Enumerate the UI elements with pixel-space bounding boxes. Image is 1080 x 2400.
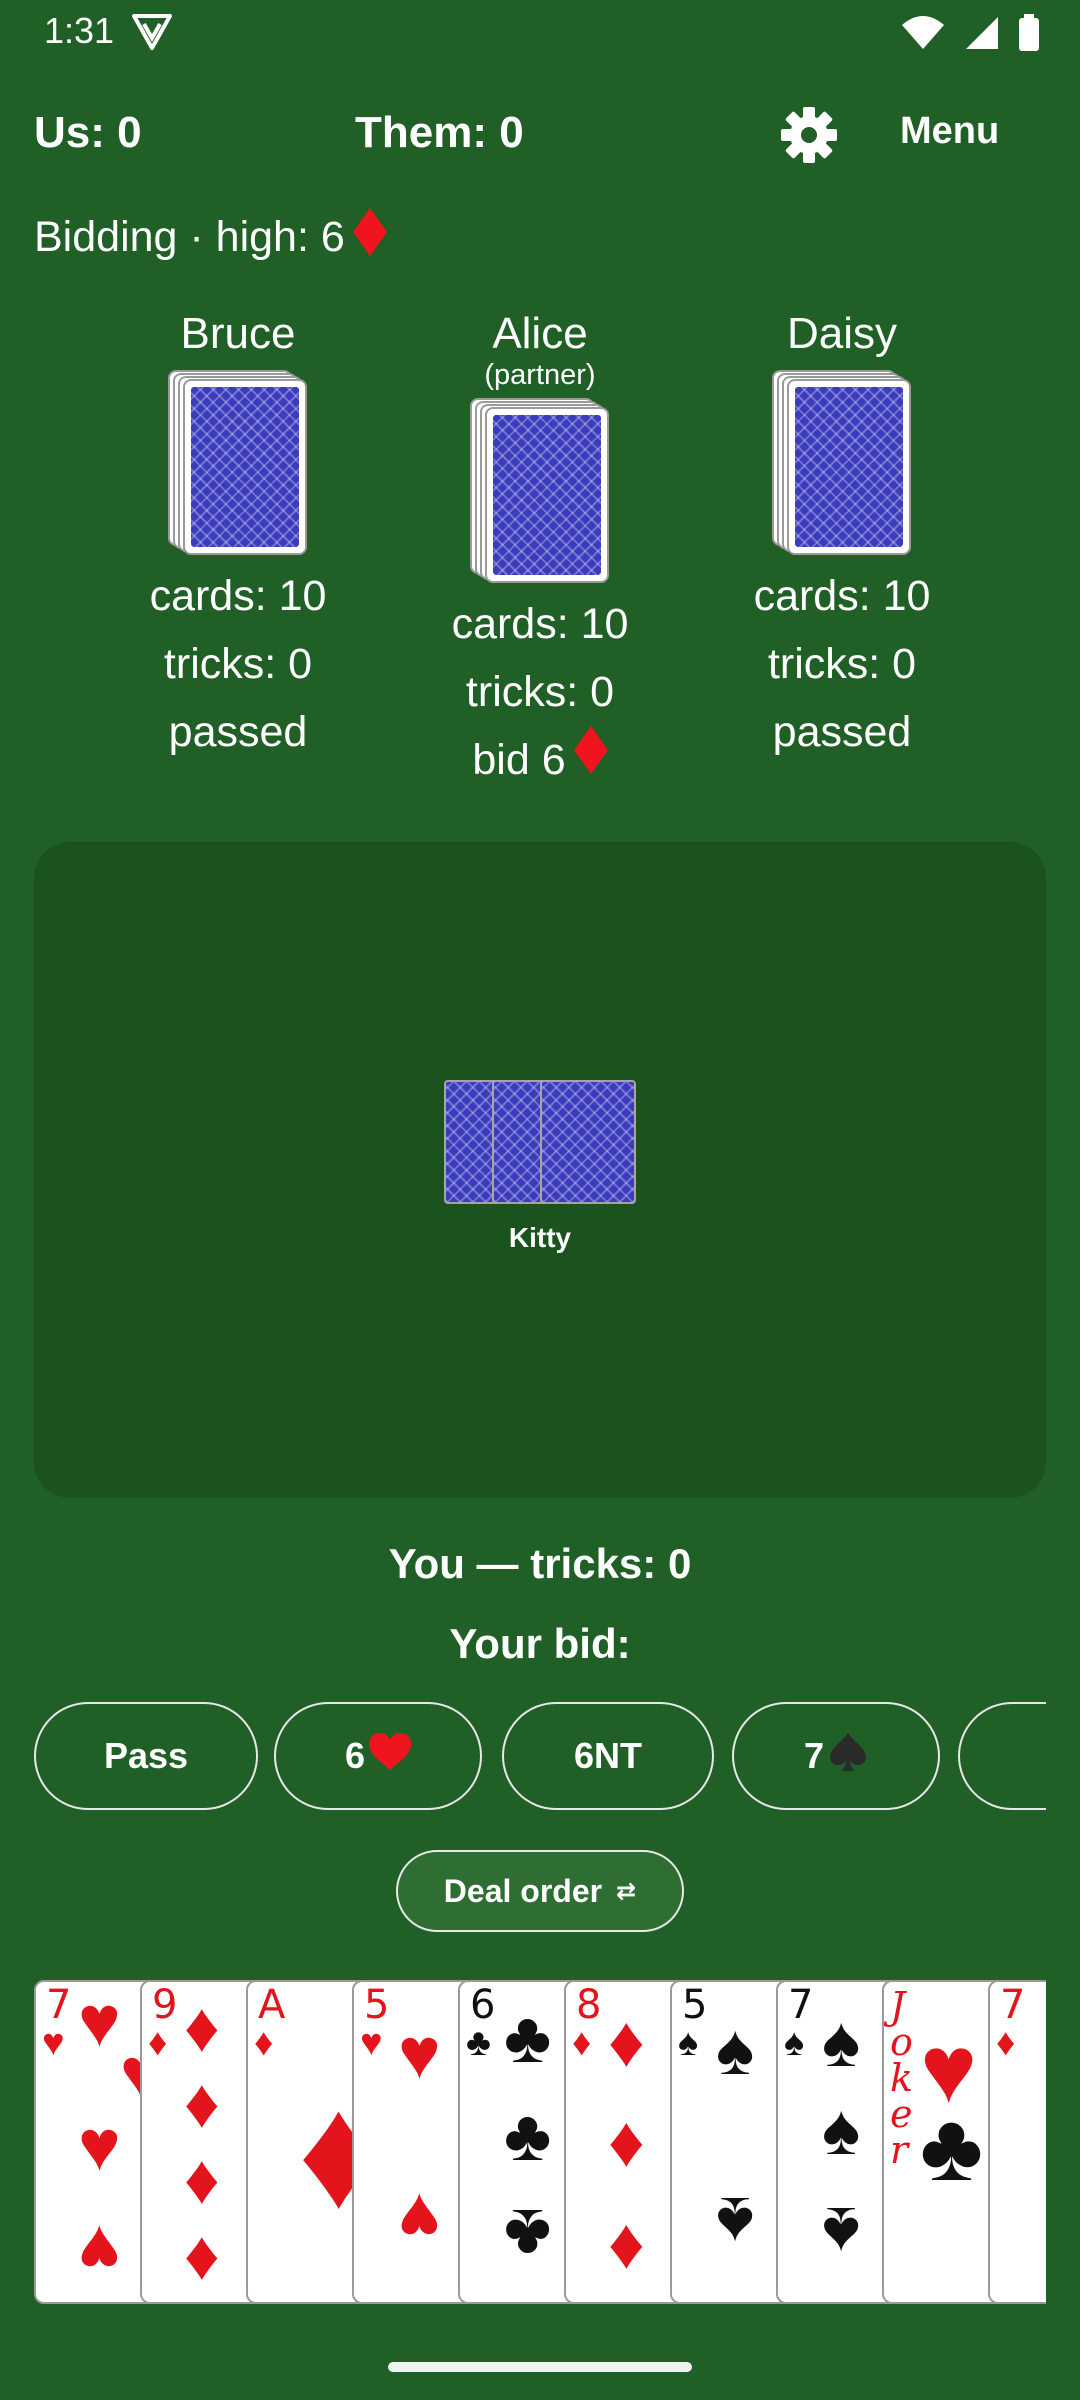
gear-icon[interactable] xyxy=(780,106,838,169)
bid-7-spades-button[interactable]: 7 xyxy=(732,1702,940,1810)
club-icon: ♣ xyxy=(920,2094,983,2201)
bidding-label: Bidding · high: 6 xyxy=(34,213,345,261)
card-stack xyxy=(772,370,912,556)
player-cards: cards: 10 xyxy=(753,572,931,620)
heart-icon: ♥ xyxy=(78,2106,121,2186)
kitty-label: Kitty xyxy=(508,1222,572,1253)
club-icon: ♣ xyxy=(504,2194,552,2274)
diamond-icon xyxy=(352,208,387,267)
diamond-icon: ♦ xyxy=(148,2022,168,2064)
diamond-icon: ♦ xyxy=(184,2216,220,2294)
bid-label: 6 xyxy=(344,1735,366,1776)
your-bid-prompt: Your bid: xyxy=(449,1620,631,1667)
player-tricks: tricks: 0 xyxy=(767,640,917,688)
heart-icon: ♥ xyxy=(78,2210,121,2290)
player-cards: cards: 10 xyxy=(451,600,629,648)
diamond-icon: ♦ xyxy=(254,2022,274,2064)
player-status: passed xyxy=(168,708,308,756)
heart-icon: ♥ xyxy=(360,2022,383,2064)
spade-icon: ♠ xyxy=(716,2010,755,2090)
card-rank: 9 xyxy=(152,1982,178,2028)
partner-label: (partner) xyxy=(484,359,596,391)
bid-6nt-button[interactable]: 6NT xyxy=(502,1702,714,1810)
bidding-status: Bidding · high: 6 xyxy=(34,208,387,267)
heart-icon: ♥ xyxy=(398,2014,441,2094)
spade-icon: ♠ xyxy=(822,2192,861,2272)
heart-icon: ♥ xyxy=(78,1982,121,2062)
hand-card[interactable]: 7 ♦ xyxy=(988,1980,1046,2304)
card-stack xyxy=(168,370,308,556)
heart-icon: ♥ xyxy=(398,2178,441,2258)
bid-label: Pass xyxy=(103,1735,189,1776)
signal-icon xyxy=(964,15,1000,56)
heart-icon xyxy=(369,1732,412,1780)
your-tricks: You — tricks: 0 xyxy=(388,1540,692,1587)
spade-icon: ♠ xyxy=(784,2022,805,2064)
card-rank: 7 xyxy=(46,1982,72,2028)
kitty-card xyxy=(540,1080,636,1204)
player-name: Alice xyxy=(492,309,588,358)
wifi-icon xyxy=(900,15,946,56)
diamond-icon: ♦ xyxy=(572,2022,592,2064)
club-icon: ♣ xyxy=(504,1998,552,2078)
heart-icon: ♥ xyxy=(42,2022,65,2064)
card-rank: 5 xyxy=(364,1982,390,2028)
card-rank: A xyxy=(258,1982,286,2028)
player-bid: bid 6 xyxy=(390,726,690,794)
card-rank: 7 xyxy=(788,1982,814,2028)
spade-icon: ♠ xyxy=(822,2002,861,2082)
diamond-icon: ♦ xyxy=(608,2102,645,2182)
bid-6-hearts-button[interactable]: 6 xyxy=(274,1702,482,1810)
bid-label: 7 xyxy=(803,1735,825,1776)
player-cards: cards: 10 xyxy=(149,572,327,620)
diamond-icon: ♦ xyxy=(608,2002,645,2082)
vpn-shield-icon xyxy=(130,12,174,57)
diamond-icon xyxy=(573,726,608,794)
player-status: passed xyxy=(772,708,912,756)
card-rank: 8 xyxy=(576,1982,602,2028)
spade-icon xyxy=(828,1732,868,1781)
club-icon: ♣ xyxy=(504,2096,552,2176)
club-icon: ♣ xyxy=(466,2022,491,2064)
card-rank: 6 xyxy=(470,1982,496,2028)
battery-icon xyxy=(1018,14,1040,57)
player-name: Daisy xyxy=(786,309,898,358)
card-rank: 5 xyxy=(682,1982,708,2028)
score-them: Them: 0 xyxy=(355,108,524,157)
player-tricks: tricks: 0 xyxy=(163,640,313,688)
diamond-icon: ♦ xyxy=(996,2022,1016,2064)
bid-pass-button[interactable]: Pass xyxy=(34,1702,258,1810)
spade-icon: ♠ xyxy=(678,2022,699,2064)
player-alice: Alice (partner) cards: 10 tricks: 0 bid … xyxy=(390,306,690,794)
player-tricks: tricks: 0 xyxy=(465,668,615,716)
status-time: 1:31 xyxy=(44,10,115,51)
diamond-icon: ♦ xyxy=(184,2064,220,2142)
player-name: Bruce xyxy=(180,309,296,358)
bid-options: Pass 6 6NT 7 7 xyxy=(34,1702,1046,1814)
card-stack xyxy=(470,398,610,584)
diamond-icon: ♦ xyxy=(184,2140,220,2218)
card-rank: 7 xyxy=(1000,1982,1026,2028)
menu-button[interactable]: Menu xyxy=(900,110,999,153)
player-hand: 7 ♥ ♥ ♥ ♥ ♥ 9 ♦ ♦ ♦ ♦ ♦ A ♦ ♦ 5 ♥ ♥ ♥ 6 … xyxy=(34,1980,1046,2306)
home-indicator[interactable] xyxy=(388,2362,692,2372)
spade-icon: ♠ xyxy=(822,2090,861,2170)
swap-icon: ⇄ xyxy=(616,1877,637,1905)
kitty-cards[interactable] xyxy=(444,1080,636,1204)
bid-label: 6NT xyxy=(573,1735,642,1776)
player-daisy: Daisy cards: 10 tricks: 0 passed xyxy=(692,306,992,766)
player-status: bid 6 xyxy=(472,736,566,784)
deal-order-button[interactable]: Deal order ⇄ xyxy=(396,1850,684,1932)
score-us: Us: 0 xyxy=(34,108,142,157)
diamond-icon: ♦ xyxy=(608,2204,645,2284)
diamond-icon: ♦ xyxy=(184,1988,220,2066)
bid-7-button[interactable]: 7 xyxy=(958,1702,1046,1810)
deal-order-label: Deal order xyxy=(443,1872,603,1909)
player-bruce: Bruce cards: 10 tricks: 0 passed xyxy=(88,306,388,766)
spade-icon: ♠ xyxy=(716,2182,755,2262)
